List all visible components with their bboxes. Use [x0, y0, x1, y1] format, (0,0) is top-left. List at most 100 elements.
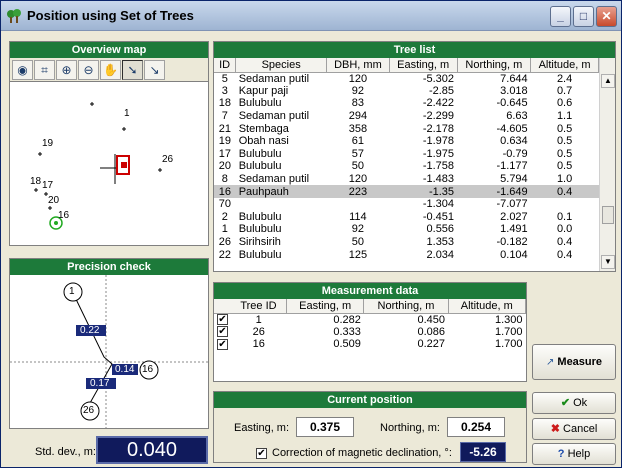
overview-map-svg	[34, 102, 162, 230]
table-cell: -0.79	[502, 147, 528, 160]
table-cell: 2.034	[426, 248, 455, 261]
table-cell: -1.35	[389, 185, 458, 198]
table-cell: 92	[351, 223, 365, 236]
table-cell: 26	[218, 236, 231, 249]
row-checkbox-mark[interactable]: ✔	[217, 339, 228, 351]
table-cell: -0.645	[496, 97, 528, 110]
table-cell: 1.1	[556, 110, 573, 123]
distance-label: 0.17	[90, 378, 110, 389]
col-header[interactable]: Northing, m	[457, 58, 532, 73]
table-cell: 120	[348, 173, 368, 186]
tree-marker	[90, 102, 94, 106]
map-label: 17	[42, 180, 54, 191]
col-header: Tree ID	[231, 299, 287, 314]
ok-button[interactable]: ✔ Ok	[532, 392, 616, 414]
table-cell: -5.302	[422, 72, 455, 85]
table-row[interactable]: 18 Bulubulu 83 -2.422 -0.645 0.6	[214, 97, 599, 110]
table-row[interactable]: 5 Sedaman putil 120 -5.302 7.644 2.4	[214, 72, 599, 85]
overview-map-panel: Overview map ◉ ⌗ ⊕ ⊖ ✋ ➘ ↘ 1 19 26 18 17…	[9, 41, 209, 246]
table-cell: 61	[351, 135, 365, 148]
table-row[interactable]: 3 Kapur paji 92 -2.85 3.018 0.7	[214, 85, 599, 98]
table-cell: 0.6	[556, 97, 573, 110]
col-header[interactable]: Easting, m	[389, 58, 458, 73]
check-icon: ✔	[560, 397, 571, 409]
table-row[interactable]: 7 Sedaman putil 294 -2.299 6.63 1.1	[214, 110, 599, 123]
table-cell: 0.5	[556, 160, 573, 173]
zoom-in-icon[interactable]: ⊕	[56, 59, 77, 80]
table-row[interactable]: 20 Bulubulu 50 -1.758 -1.177 0.5	[214, 160, 599, 173]
col-header[interactable]: DBH, mm	[326, 58, 390, 73]
table-cell: -2.178	[422, 122, 455, 135]
table-row[interactable]: 26 Sirihsirih 50 1.353 -0.182 0.4	[214, 236, 599, 249]
globe-tool-icon[interactable]: ◉	[12, 59, 33, 80]
declination-label: Correction of magnetic declination, °:	[272, 447, 452, 459]
scroll-thumb[interactable]	[602, 206, 614, 224]
table-cell: -1.304	[422, 198, 455, 211]
map-label: 18	[30, 176, 42, 187]
extent-tool-icon[interactable]: ⌗	[34, 59, 55, 80]
table-row[interactable]: 2 Bulubulu 114 -0.451 2.027 0.1	[214, 211, 599, 224]
measure-button[interactable]: ↗ Measure	[532, 344, 616, 380]
table-row[interactable]: 22 Bulubulu 125 2.034 0.104 0.4	[214, 248, 599, 261]
map-label: 20	[48, 195, 60, 206]
measurement-row[interactable]: ✔ 1 0.282 0.450 1.300	[214, 313, 526, 326]
table-row[interactable]: 1 Bulubulu 92 0.556 1.491 0.0	[214, 223, 599, 236]
table-cell: Bulubulu	[238, 223, 282, 236]
scroll-up-icon[interactable]: ▲	[601, 74, 615, 88]
tree-list-scrollbar[interactable]: ▲ ▼	[599, 58, 615, 271]
table-row[interactable]: 70 -1.304 -7.077	[214, 198, 599, 211]
col-header[interactable]: Altitude, m	[530, 58, 599, 73]
table-cell: 120	[348, 72, 368, 85]
declination-value[interactable]: -5.26	[460, 442, 506, 462]
cancel-button[interactable]: ✖ Cancel	[532, 418, 616, 440]
row-checkbox[interactable]: ✔	[214, 313, 231, 326]
zoom-out-icon[interactable]: ⊖	[78, 59, 99, 80]
col-header[interactable]: ID	[214, 58, 237, 73]
table-cell: -7.077	[496, 198, 528, 211]
main-window: Position using Set of Trees _ □ ✕ Overvi…	[0, 0, 622, 468]
tree-marker	[48, 206, 52, 210]
help-question-icon: ?	[557, 448, 565, 460]
row-checkbox-mark[interactable]: ✔	[217, 326, 228, 338]
table-cell: -1.649	[457, 185, 531, 198]
table-cell: 57	[351, 147, 365, 160]
row-checkbox-mark[interactable]: ✔	[217, 314, 228, 326]
scroll-down-icon[interactable]: ▼	[601, 255, 615, 269]
tree-list-grid[interactable]: ID Species DBH, mm Easting, m Northing, m Alt…	[214, 58, 615, 271]
select-arrow-icon[interactable]: ➘	[122, 59, 143, 80]
table-cell: -2.422	[422, 97, 455, 110]
col-header[interactable]: Species	[235, 58, 328, 73]
table-row[interactable]: 17 Bulubulu 57 -1.975 -0.79 0.5	[214, 148, 599, 161]
tree-marker	[122, 127, 126, 131]
measurement-title: Measurement data	[214, 283, 526, 299]
measurement-row[interactable]: ✔ 26 0.333 0.086 1.700	[214, 326, 526, 339]
maximize-button[interactable]: □	[573, 6, 594, 27]
table-cell: -2.85	[428, 84, 455, 97]
help-button[interactable]: ? Help	[532, 443, 616, 465]
std-dev-label: Std. dev., m:	[35, 446, 96, 458]
declination-checkbox[interactable]: ✔	[256, 448, 267, 459]
node-label: 1	[69, 286, 75, 297]
table-row[interactable]: 21 Stembaga 358 -2.178 -4.605 0.5	[214, 122, 599, 135]
table-cell: 0.086	[417, 325, 445, 338]
table-row[interactable]: 19 Obah nasi 61 -1.978 0.634 0.5	[214, 135, 599, 148]
table-cell: -1.978	[422, 135, 455, 148]
measurement-row[interactable]: ✔ 16 0.509 0.227 1.700	[214, 338, 526, 351]
overview-map-canvas[interactable]: 1 19 26 18 17 20 16	[10, 82, 208, 245]
table-row[interactable]: 16 Pauhpauh 223 -1.35 -1.649 0.4	[214, 185, 599, 198]
measure-arrow-icon[interactable]: ↘	[144, 59, 165, 80]
window-title: Position using Set of Trees	[27, 8, 194, 23]
table-cell: 0.450	[417, 313, 445, 326]
table-cell: -1.975	[422, 147, 455, 160]
minimize-button[interactable]: _	[550, 6, 571, 27]
table-cell: 0.1	[556, 210, 573, 223]
table-row[interactable]: 8 Sedaman putil 120 -1.483 5.794 1.0	[214, 173, 599, 186]
table-cell: 1	[221, 223, 228, 236]
tree-list-panel: Tree list ID Species DBH, mm Easting, m Nort…	[213, 41, 616, 272]
close-button[interactable]: ✕	[596, 6, 617, 27]
row-checkbox[interactable]: ✔	[214, 338, 231, 351]
pan-hand-icon[interactable]: ✋	[100, 59, 121, 80]
row-checkbox[interactable]: ✔	[214, 326, 231, 339]
table-cell: -1.177	[496, 160, 528, 173]
table-cell: Stembaga	[238, 122, 289, 135]
